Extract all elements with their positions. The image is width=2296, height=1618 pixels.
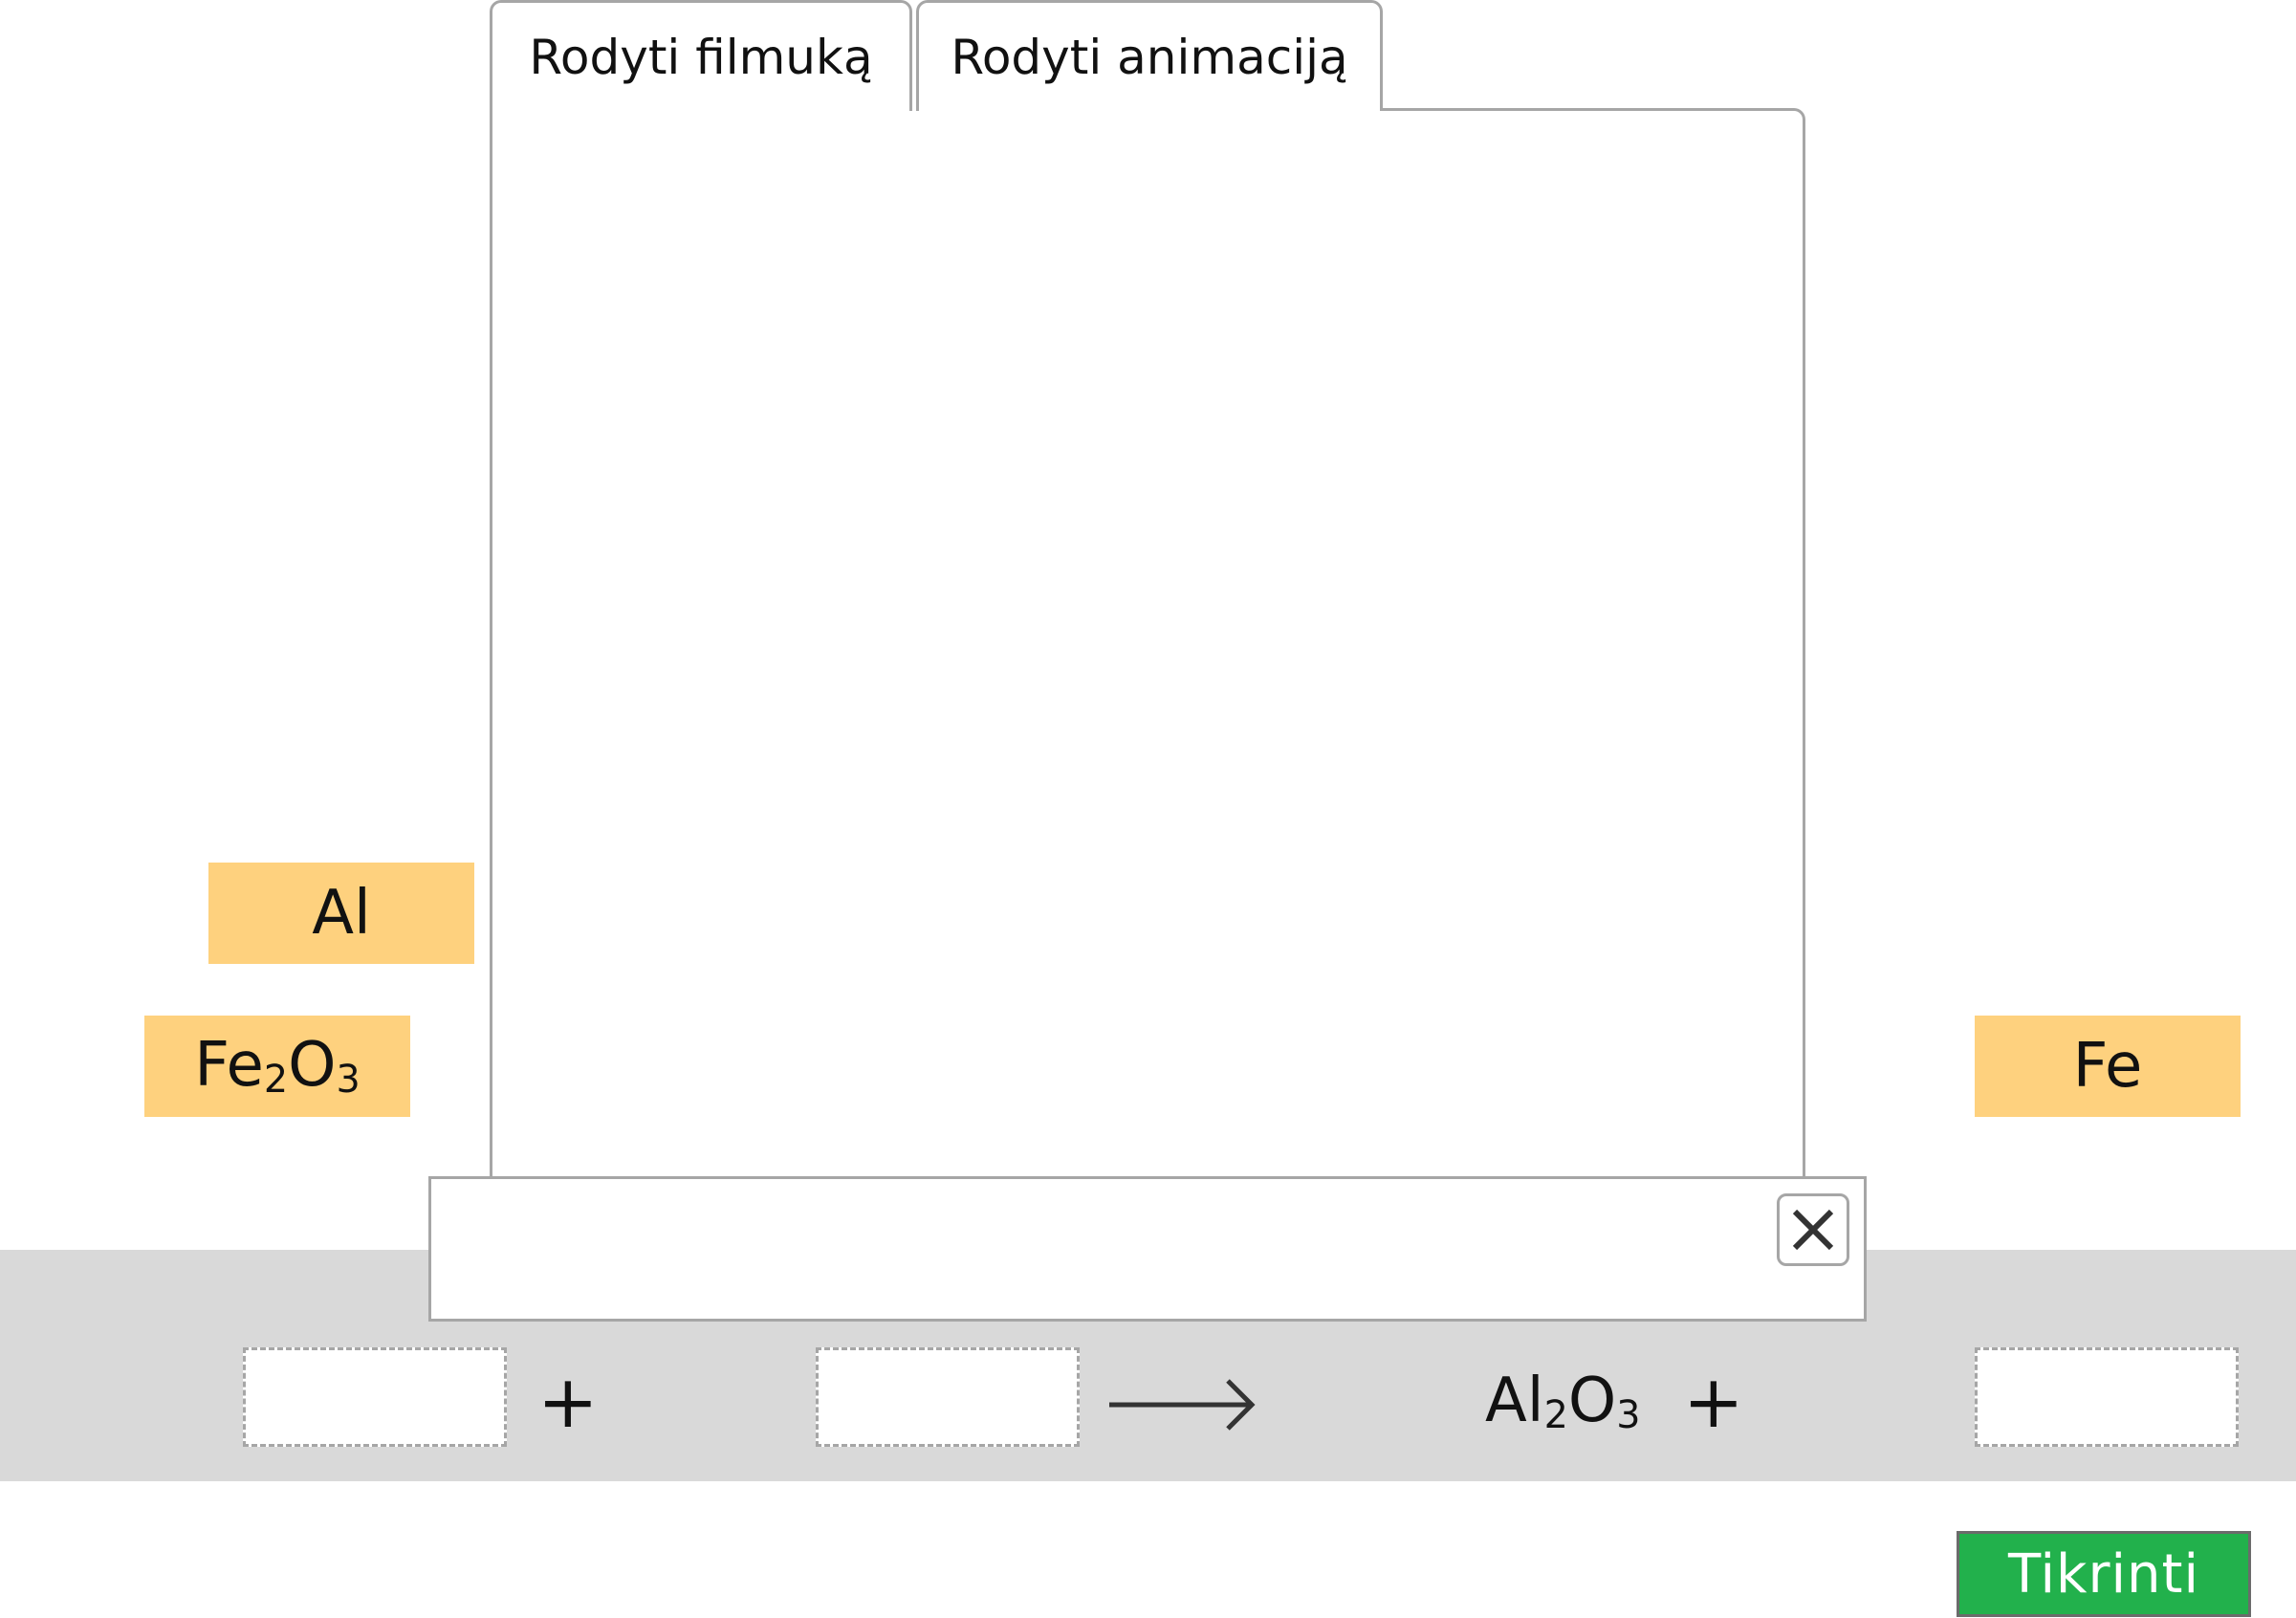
product-drop-slot[interactable] xyxy=(1975,1347,2239,1447)
plus-sign: + xyxy=(537,1359,599,1444)
check-button-label: Tikrinti xyxy=(2007,1542,2200,1606)
close-icon xyxy=(1792,1209,1834,1251)
reactant-drop-slot-1[interactable] xyxy=(243,1347,507,1447)
tab-label: Rodyti filmuką xyxy=(529,29,873,85)
media-panel-frame xyxy=(1380,108,1805,1179)
chip-al[interactable]: Al xyxy=(208,863,474,964)
chip-label: Al xyxy=(312,878,371,949)
chip-fe2o3[interactable]: Fe2O3 xyxy=(144,1016,410,1117)
caption-box xyxy=(428,1176,1867,1322)
close-button[interactable] xyxy=(1777,1193,1849,1266)
tab-show-video[interactable]: Rodyti filmuką xyxy=(490,0,912,111)
chip-fe[interactable]: Fe xyxy=(1975,1016,2241,1117)
check-button[interactable]: Tikrinti xyxy=(1957,1531,2251,1617)
product-formula-al2o3: Al2O3 xyxy=(1485,1366,1641,1438)
plus-sign: + xyxy=(1683,1359,1744,1444)
chip-label: Fe xyxy=(2072,1031,2143,1102)
long-right-arrow-icon xyxy=(1109,1379,1256,1431)
tab-show-animation[interactable]: Rodyti animaciją xyxy=(916,0,1383,111)
reactant-drop-slot-2[interactable] xyxy=(816,1347,1080,1447)
chip-label: Fe2O3 xyxy=(194,1030,361,1103)
tab-label: Rodyti animaciją xyxy=(951,29,1348,85)
